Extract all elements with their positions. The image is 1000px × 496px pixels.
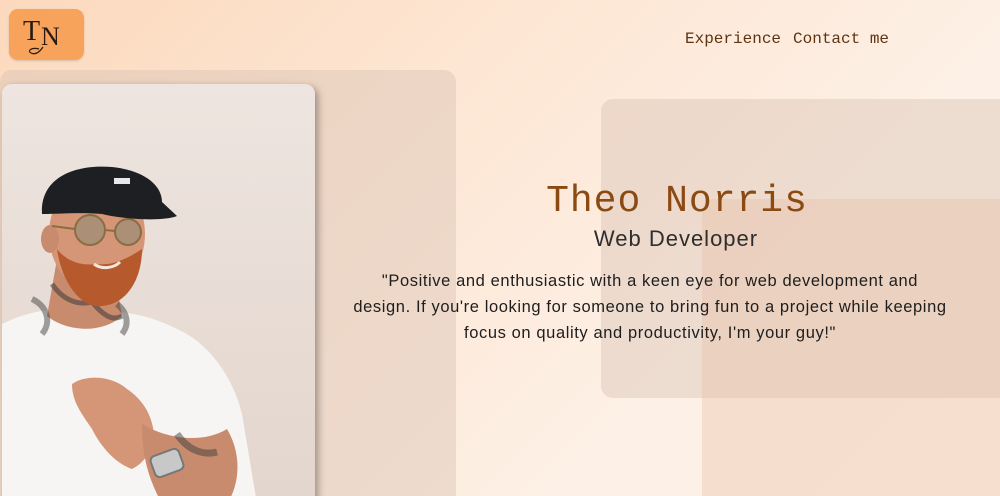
logo-monogram: T N — [23, 16, 60, 55]
logo[interactable]: T N — [9, 9, 84, 60]
nav-contact-link[interactable]: Contact me — [793, 30, 889, 48]
logo-letter-t: T — [23, 16, 40, 47]
profile-photo — [2, 84, 315, 496]
hero-name: Theo Norris — [546, 180, 808, 223]
hero-bio: "Positive and enthusiastic with a keen e… — [353, 272, 947, 342]
portrait-illustration — [2, 166, 256, 496]
sunglasses-left-lens — [74, 214, 106, 246]
nav-experience-link[interactable]: Experience — [685, 30, 781, 48]
sunglasses-right-lens — [114, 218, 142, 246]
top-nav: Experience Contact me — [685, 30, 889, 48]
hero-role: Web Developer — [593, 226, 759, 251]
cap-shape — [41, 166, 178, 220]
logo-letter-n: N — [41, 22, 60, 51]
